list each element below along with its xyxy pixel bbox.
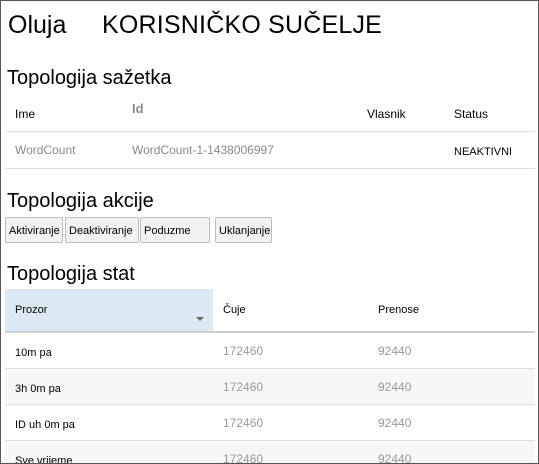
stats-window[interactable]: 3h 0m pa [5,368,213,405]
stats-window[interactable]: ID uh 0m pa [5,404,213,441]
rebalance-button[interactable]: Poduzme [140,217,210,243]
header: Oluja KORISNIČKO SUČELJE [1,1,538,51]
sort-descending-icon [196,317,204,321]
actions-section-title: Topologija akcije [7,190,154,212]
col-header-status[interactable]: Status [444,97,535,132]
summary-table: Ime Id Vlasnik Status WordCount WordCoun… [5,97,535,169]
deactivate-button[interactable]: Deaktiviranje [65,217,139,243]
stats-transferred: 92440 [368,332,535,369]
stats-window[interactable]: 10m pa [5,332,213,369]
topology-status: NEAKTIVNI [444,131,535,169]
stats-emitted: 172460 [213,332,368,369]
stats-emitted: 172460 [213,440,368,463]
stats-row: 10m pa 172460 92440 [5,332,535,369]
stats-section-title: Topologija stat [7,263,135,285]
col-header-name[interactable]: Ime [5,97,122,132]
window-frame: Oluja KORISNIČKO SUČELJE Topologija saže… [0,0,539,464]
col-header-id[interactable]: Id [122,97,357,132]
summary-section-title: Topologija sažetka [7,67,172,89]
activate-button[interactable]: Aktiviranje [5,217,63,243]
app-name[interactable]: Oluja [8,11,66,40]
stats-emitted: 172460 [213,404,368,441]
stats-row: Sve vrijeme 172460 92440 [5,440,535,463]
app-title: KORISNIČKO SUČELJE [102,11,383,39]
topology-owner [357,131,444,169]
stats-emitted: 172460 [213,368,368,405]
col-header-owner[interactable]: Vlasnik [357,97,444,132]
summary-row: WordCount WordCount-1-1438006997 NEAKTIV… [5,131,535,169]
stats-transferred: 92440 [368,368,535,405]
col-header-window[interactable]: Prozor [5,289,213,333]
summary-header-row: Ime Id Vlasnik Status [5,97,535,132]
stats-table: Prozor Čuje Prenose 10m pa 172460 92440 … [5,289,535,463]
stats-header-row: Prozor Čuje Prenose [5,289,535,333]
topology-id: WordCount-1-1438006997 [122,131,357,169]
stats-transferred: 92440 [368,440,535,463]
stats-row: 3h 0m pa 172460 92440 [5,368,535,405]
col-header-transferred[interactable]: Prenose [368,289,535,333]
stats-window[interactable]: Sve vrijeme [5,440,213,463]
col-header-emitted[interactable]: Čuje [213,289,368,333]
kill-button[interactable]: Uklanjanje [215,217,272,243]
topology-name[interactable]: WordCount [5,131,122,169]
stats-row: ID uh 0m pa 172460 92440 [5,404,535,441]
stats-transferred: 92440 [368,404,535,441]
col-header-window-label: Prozor [15,304,48,316]
